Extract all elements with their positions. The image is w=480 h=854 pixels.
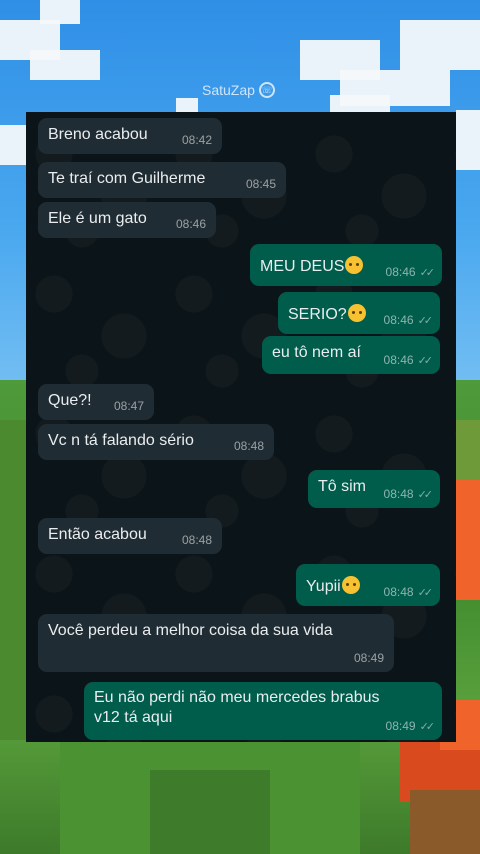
message-text-line: v12 tá aqui [94,709,173,726]
dirt-block [456,420,480,480]
message-content: SERIO? [288,304,366,324]
message-text: MEU DEUS [260,258,345,275]
lava-block [456,480,480,600]
message-text: Que?! [48,392,92,409]
dirt-block [410,790,480,854]
whatsapp-icon: ☏ [258,82,275,98]
message-text: Você perdeu a melhor coisa da sua vida [48,622,333,639]
message-content: Eu não perdi não meu mercedes brabus v12… [94,688,380,728]
message-content: Yupii [306,576,360,596]
message-content: MEU DEUS [260,256,364,276]
message-incoming[interactable]: Então acabou 08:48 [38,518,222,554]
message-outgoing[interactable]: SERIO? 08:46 ✓✓ [278,292,440,334]
message-outgoing[interactable]: Tô sim 08:48 ✓✓ [308,470,440,508]
message-time: 08:48 [383,487,414,501]
message-incoming[interactable]: Ele é um gato 08:46 [38,202,216,238]
message-time: 08:45 [245,177,276,191]
message-incoming[interactable]: Que?! 08:47 [38,384,154,420]
message-outgoing[interactable]: eu tô nem aí 08:46 ✓✓ [262,336,440,374]
double-check-icon: ✓✓ [417,355,434,367]
cloud [40,0,80,24]
message-time: 08:48 [181,533,212,547]
message-text-line: Eu não perdi não meu mercedes brabus [94,689,380,706]
message-time: 08:48 [233,439,264,453]
message-time-group: 08:46 ✓✓ [383,353,434,367]
chat-panel: Breno acabou 08:42 Te traí com Guilherme… [26,112,456,742]
message-outgoing[interactable]: Yupii 08:48 ✓✓ [296,564,440,606]
grass-block [150,770,270,854]
message-text: Yupii [306,578,341,595]
watermark-text: SatuZap [202,82,255,98]
watermark: SatuZap ☏ [202,82,275,98]
message-outgoing[interactable]: Eu não perdi não meu mercedes brabus v12… [84,682,442,740]
message-incoming[interactable]: Te traí com Guilherme 08:45 [38,162,286,198]
message-time-group: 08:49 ✓✓ [385,719,436,733]
cloud [456,110,480,170]
partying-face-emoji-icon [341,576,360,594]
message-text: Te traí com Guilherme [48,170,206,187]
double-check-icon: ✓✓ [419,721,436,733]
message-text: Tô sim [318,478,366,495]
message-time-group: 08:46 ✓✓ [383,313,434,327]
message-incoming[interactable]: Vc n tá falando sério 08:48 [38,424,274,460]
cloud [176,98,198,112]
double-check-icon: ✓✓ [417,587,434,599]
message-time: 08:46 [383,313,414,327]
message-incoming[interactable]: Breno acabou 08:42 [38,118,222,154]
double-check-icon: ✓✓ [419,267,436,279]
pleading-face-emoji-icon [347,304,366,322]
double-check-icon: ✓✓ [417,315,434,327]
grass-block [0,420,26,740]
message-outgoing[interactable]: MEU DEUS 08:46 ✓✓ [250,244,442,286]
message-time: 08:47 [113,399,144,413]
message-time-group: 08:48 ✓✓ [383,487,434,501]
message-incoming[interactable]: Você perdeu a melhor coisa da sua vida 0… [38,614,394,672]
message-text: SERIO? [288,306,347,323]
cloud [400,20,480,70]
message-time: 08:49 [353,651,384,665]
message-time-group: 08:46 ✓✓ [385,265,436,279]
message-time: 08:48 [383,585,414,599]
double-check-icon: ✓✓ [417,489,434,501]
cloud [330,95,390,113]
cloud [0,125,26,165]
message-time: 08:49 [385,719,416,733]
exploding-head-emoji-icon [345,256,364,274]
message-text: Vc n tá falando sério [48,432,194,449]
message-time-group: 08:48 ✓✓ [383,585,434,599]
message-time: 08:46 [385,265,416,279]
cloud [30,50,100,80]
message-text: eu tô nem aí [272,344,361,361]
message-time: 08:46 [175,217,206,231]
message-text: Então acabou [48,526,147,543]
message-time: 08:42 [181,133,212,147]
message-text: Ele é um gato [48,210,147,227]
message-text: Breno acabou [48,126,148,143]
message-time: 08:46 [383,353,414,367]
